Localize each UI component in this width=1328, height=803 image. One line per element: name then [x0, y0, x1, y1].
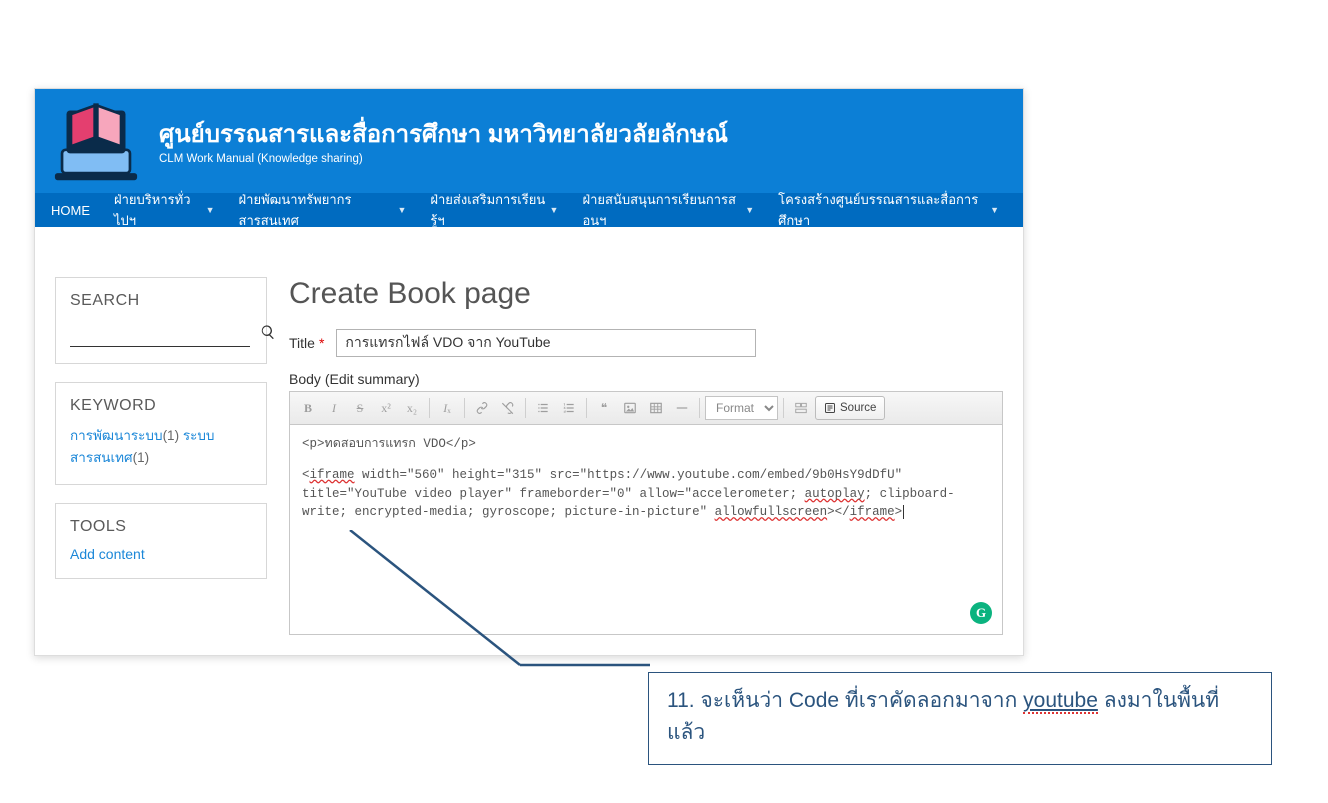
- keyword-link-1[interactable]: การพัฒนาระบบ: [70, 428, 163, 443]
- unlink-icon: [501, 401, 515, 415]
- hr-icon: [675, 401, 689, 415]
- image-button[interactable]: [618, 396, 642, 420]
- show-blocks-button[interactable]: [789, 396, 813, 420]
- site-title: ศูนย์บรรณสารและสื่อการศึกษา มหาวิทยาลัยว…: [159, 119, 728, 150]
- app-window: ศูนย์บรรณสารและสื่อการศึกษา มหาวิทยาลัยว…: [34, 88, 1024, 656]
- chevron-down-icon: ▼: [745, 205, 754, 215]
- sidebar: SEARCH KEYWORD การพัฒนาระบบ(1) ระบบสารสน…: [55, 277, 267, 635]
- nav-item-0[interactable]: ฝ่ายบริหารทั่วไปฯ▼: [102, 193, 227, 227]
- sidebar-search: SEARCH: [55, 277, 267, 364]
- code-line-2: <iframe width="560" height="315" src="ht…: [302, 466, 990, 522]
- toolbar-separator: [429, 398, 430, 418]
- site-subtitle: CLM Work Manual (Knowledge sharing): [159, 153, 728, 165]
- search-icon: [260, 324, 276, 340]
- code-line-1: <p>ทดสอบการแทรก VDO</p>: [302, 435, 990, 454]
- tools-heading: TOOLS: [70, 518, 252, 536]
- editor: B I S x² x₂ Iₓ: [289, 391, 1003, 635]
- chevron-down-icon: ▼: [206, 205, 215, 215]
- nav-item-3[interactable]: ฝ่ายสนับสนุนการเรียนการสอนฯ▼: [570, 193, 766, 227]
- edit-summary-link[interactable]: (Edit summary): [325, 371, 420, 387]
- chevron-down-icon: ▼: [397, 205, 406, 215]
- unlink-button[interactable]: [496, 396, 520, 420]
- nav-item-2[interactable]: ฝ่ายส่งเสริมการเรียนรู้ฯ▼: [418, 193, 570, 227]
- search-button[interactable]: [256, 320, 280, 347]
- editor-source-area[interactable]: <p>ทดสอบการแทรก VDO</p> <iframe width="5…: [290, 425, 1002, 634]
- strike-button[interactable]: S: [348, 396, 372, 420]
- nav-home[interactable]: HOME: [47, 193, 102, 227]
- grammarly-icon[interactable]: G: [970, 602, 992, 624]
- italic-button[interactable]: I: [322, 396, 346, 420]
- header-banner: ศูนย์บรรณสารและสื่อการศึกษา มหาวิทยาลัยว…: [35, 89, 1023, 193]
- search-input[interactable]: [70, 323, 250, 347]
- bulleted-list-button[interactable]: [531, 396, 555, 420]
- image-icon: [623, 401, 637, 415]
- numbered-list-icon: [562, 401, 576, 415]
- toolbar-separator: [525, 398, 526, 418]
- book-laptop-icon: [51, 98, 141, 182]
- nav-item-1[interactable]: ฝ่ายพัฒนาทรัพยากรสารสนเทศ▼: [227, 193, 419, 227]
- keyword-heading: KEYWORD: [70, 397, 252, 415]
- remove-format-button[interactable]: Iₓ: [435, 396, 459, 420]
- search-heading: SEARCH: [70, 292, 252, 310]
- source-icon: [824, 402, 836, 414]
- link-button[interactable]: [470, 396, 494, 420]
- list-icon: [536, 401, 550, 415]
- main-nav: HOME ฝ่ายบริหารทั่วไปฯ▼ ฝ่ายพัฒนาทรัพยาก…: [35, 193, 1023, 227]
- numbered-list-button[interactable]: [557, 396, 581, 420]
- editor-toolbar: B I S x² x₂ Iₓ: [290, 392, 1002, 425]
- page-title: Create Book page: [289, 277, 1003, 311]
- link-icon: [475, 401, 489, 415]
- title-input[interactable]: [336, 329, 756, 357]
- annotation-callout: 11. จะเห็นว่า Code ที่เราคัดลอกมาจาก you…: [648, 672, 1272, 765]
- title-label: Title: [289, 335, 315, 351]
- table-button[interactable]: [644, 396, 668, 420]
- hr-button[interactable]: [670, 396, 694, 420]
- nav-item-4[interactable]: โครงสร้างศูนย์บรรณสารและสื่อการศึกษา▼: [766, 193, 1011, 227]
- toolbar-separator: [464, 398, 465, 418]
- logo-icon: [47, 95, 145, 185]
- superscript-button[interactable]: x²: [374, 396, 398, 420]
- toolbar-separator: [783, 398, 784, 418]
- chevron-down-icon: ▼: [550, 205, 559, 215]
- source-button[interactable]: Source: [815, 396, 885, 420]
- toolbar-separator: [586, 398, 587, 418]
- subscript-button[interactable]: x₂: [400, 396, 424, 420]
- sidebar-keyword: KEYWORD การพัฒนาระบบ(1) ระบบสารสนเทศ(1): [55, 382, 267, 485]
- add-content-link[interactable]: Add content: [70, 546, 145, 562]
- table-icon: [649, 401, 663, 415]
- main-content: Create Book page Title * Body (Edit summ…: [289, 277, 1003, 635]
- toolbar-separator: [699, 398, 700, 418]
- chevron-down-icon: ▼: [990, 205, 999, 215]
- sidebar-tools: TOOLS Add content: [55, 503, 267, 579]
- required-mark: *: [319, 335, 324, 351]
- keyword-count-2: (1): [133, 450, 150, 465]
- blockquote-button[interactable]: ❝: [592, 396, 616, 420]
- keyword-count-1: (1): [163, 428, 180, 443]
- blocks-icon: [794, 401, 808, 415]
- format-select[interactable]: Format: [705, 396, 778, 420]
- body-label: Body (Edit summary): [289, 371, 1003, 387]
- bold-button[interactable]: B: [296, 396, 320, 420]
